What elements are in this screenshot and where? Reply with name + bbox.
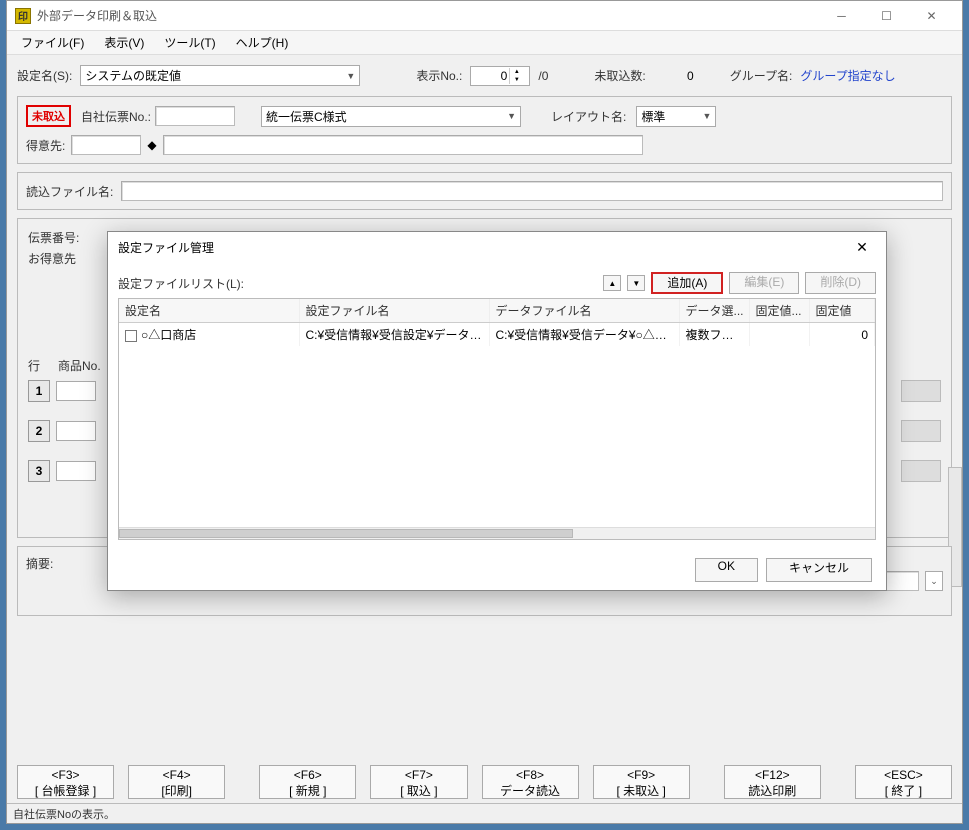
- product-input[interactable]: [56, 421, 96, 441]
- unified-form-value: 統一伝票C様式: [266, 108, 347, 125]
- menubar: ファイル(F) 表示(V) ツール(T) ヘルプ(H): [7, 31, 962, 55]
- slip-no-label: 伝票番号:: [28, 229, 79, 246]
- layout-combo[interactable]: 標準 ▼: [636, 106, 716, 127]
- statusbar: 自社伝票Noの表示。: [7, 803, 962, 823]
- setting-name-value: システムの既定値: [85, 67, 181, 84]
- menu-file[interactable]: ファイル(F): [13, 31, 92, 54]
- display-no-label: 表示No.:: [416, 67, 462, 84]
- unimported-label: 未取込数:: [594, 67, 645, 84]
- customer-name-label: お得意先: [28, 252, 76, 266]
- summary-label: 摘要:: [26, 555, 53, 607]
- ok-button[interactable]: OK: [695, 558, 758, 582]
- menu-view[interactable]: 表示(V): [96, 31, 152, 54]
- readfile-label: 読込ファイル名:: [26, 183, 113, 200]
- settings-grid[interactable]: 設定名 設定ファイル名 データファイル名 データ選... 固定値... 固定値 …: [118, 298, 876, 540]
- chevron-down-icon: ▼: [702, 111, 711, 121]
- row-stub: [901, 420, 941, 442]
- add-button[interactable]: 追加(A): [651, 272, 723, 294]
- customer-name-input[interactable]: [163, 135, 643, 155]
- spin-up-icon[interactable]: ▲: [510, 68, 523, 76]
- cell-fixed-val: [749, 323, 809, 347]
- titlebar: 印 外部データ印刷＆取込 ─ ☐ ✕: [7, 1, 962, 31]
- row-number: 2: [28, 420, 50, 442]
- display-no-spinner[interactable]: ▲▼: [470, 66, 530, 86]
- layout-label: レイアウト名:: [551, 108, 626, 125]
- unified-form-combo[interactable]: 統一伝票C様式 ▼: [261, 106, 521, 127]
- maximize-button[interactable]: ☐: [864, 2, 909, 30]
- sort-down-button[interactable]: ▼: [627, 275, 645, 291]
- grid-hscrollbar[interactable]: [119, 527, 875, 539]
- display-no-input[interactable]: [471, 69, 509, 83]
- top-row: 設定名(S): システムの既定値 ▼ 表示No.: ▲▼ /0 未取込数: 0 …: [17, 65, 952, 86]
- cell-name: ○△口商店: [141, 328, 196, 342]
- row-number: 1: [28, 380, 50, 402]
- row-stub: [901, 460, 941, 482]
- customer-label: 得意先:: [26, 137, 65, 154]
- f3-button[interactable]: <F3>[ 台帳登録 ]: [17, 765, 114, 799]
- list-label: 設定ファイルリスト(L):: [118, 275, 244, 292]
- app-icon: 印: [15, 8, 31, 24]
- cell-data-sel: 複数ファ...: [679, 323, 749, 347]
- edit-button[interactable]: 編集(E): [729, 272, 799, 294]
- chevron-down-icon: ▼: [507, 111, 516, 121]
- readfile-panel: 読込ファイル名:: [17, 172, 952, 210]
- col-data-sel[interactable]: データ選...: [679, 299, 749, 323]
- customer-code-input[interactable]: [71, 135, 141, 155]
- minimize-button[interactable]: ─: [819, 2, 864, 30]
- col-setting-name[interactable]: 設定名: [119, 299, 299, 323]
- display-no-total: /0: [538, 69, 548, 83]
- dialog-titlebar: 設定ファイル管理 ✕: [108, 232, 886, 262]
- f4-button[interactable]: <F4>[印刷]: [128, 765, 225, 799]
- own-slip-label: 自社伝票No.:: [81, 108, 151, 125]
- diamond-icon: ◆: [147, 138, 156, 152]
- row-checkbox[interactable]: [125, 330, 137, 342]
- col-setting-file[interactable]: 設定ファイル名: [299, 299, 489, 323]
- product-label: 商品No.: [58, 357, 101, 374]
- main-window: 印 外部データ印刷＆取込 ─ ☐ ✕ ファイル(F) 表示(V) ツール(T) …: [6, 0, 963, 824]
- chevron-down-icon: ▼: [346, 71, 355, 81]
- setting-name-label: 設定名(S):: [17, 67, 72, 84]
- delete-button[interactable]: 削除(D): [805, 272, 876, 294]
- spin-down-icon[interactable]: ▼: [510, 76, 523, 84]
- f7-button[interactable]: <F7>[ 取込 ]: [370, 765, 467, 799]
- cancel-button[interactable]: キャンセル: [766, 558, 872, 582]
- grid-hscroll-thumb[interactable]: [119, 529, 573, 538]
- row-label: 行: [28, 357, 40, 374]
- readfile-input[interactable]: [121, 181, 943, 201]
- col-fixed-c[interactable]: 固定値: [809, 299, 875, 323]
- f8-button[interactable]: <F8>データ読込: [482, 765, 579, 799]
- unimported-value: 0: [654, 69, 694, 83]
- chevron-down-icon: ⌄: [930, 576, 938, 587]
- f9-button[interactable]: <F9>[ 未取込 ]: [593, 765, 690, 799]
- bill-date-dropdown[interactable]: ⌄: [925, 571, 943, 591]
- dialog-close-button[interactable]: ✕: [848, 235, 876, 259]
- cell-fixed-c: 0: [809, 323, 875, 347]
- col-fixed-val[interactable]: 固定値...: [749, 299, 809, 323]
- menu-help[interactable]: ヘルプ(H): [228, 31, 297, 54]
- row-number: 3: [28, 460, 50, 482]
- setting-name-combo[interactable]: システムの既定値 ▼: [80, 65, 360, 86]
- esc-button[interactable]: <ESC>[ 終了 ]: [855, 765, 952, 799]
- own-slip-input[interactable]: [155, 106, 235, 126]
- group-label: グループ名:: [730, 67, 793, 84]
- f12-button[interactable]: <F12>読込印刷: [724, 765, 821, 799]
- sort-up-button[interactable]: ▲: [603, 275, 621, 291]
- menu-tool[interactable]: ツール(T): [156, 31, 223, 54]
- cell-data-file: C:¥受信情報¥受信データ¥○△口商...: [489, 323, 679, 347]
- close-button[interactable]: ✕: [909, 2, 954, 30]
- product-input[interactable]: [56, 381, 96, 401]
- col-data-file[interactable]: データファイル名: [489, 299, 679, 323]
- f6-button[interactable]: <F6>[ 新規 ]: [259, 765, 356, 799]
- window-title: 外部データ印刷＆取込: [37, 7, 819, 24]
- nontaken-badge: 未取込: [26, 105, 71, 127]
- group-value[interactable]: グループ指定なし: [800, 67, 895, 84]
- cell-setting-file: C:¥受信情報¥受信設定¥データレイア...: [299, 323, 489, 347]
- product-input[interactable]: [56, 461, 96, 481]
- row-stub: [901, 380, 941, 402]
- settings-dialog: 設定ファイル管理 ✕ 設定ファイルリスト(L): ▲ ▼ 追加(A) 編集(E)…: [107, 231, 887, 591]
- layout-value: 標準: [641, 108, 665, 125]
- dialog-title: 設定ファイル管理: [118, 239, 848, 256]
- slip-panel: 未取込 自社伝票No.: 統一伝票C様式 ▼ レイアウト名: 標準 ▼ 得意先:: [17, 96, 952, 164]
- grid-row[interactable]: ○△口商店 C:¥受信情報¥受信設定¥データレイア... C:¥受信情報¥受信デ…: [119, 323, 875, 347]
